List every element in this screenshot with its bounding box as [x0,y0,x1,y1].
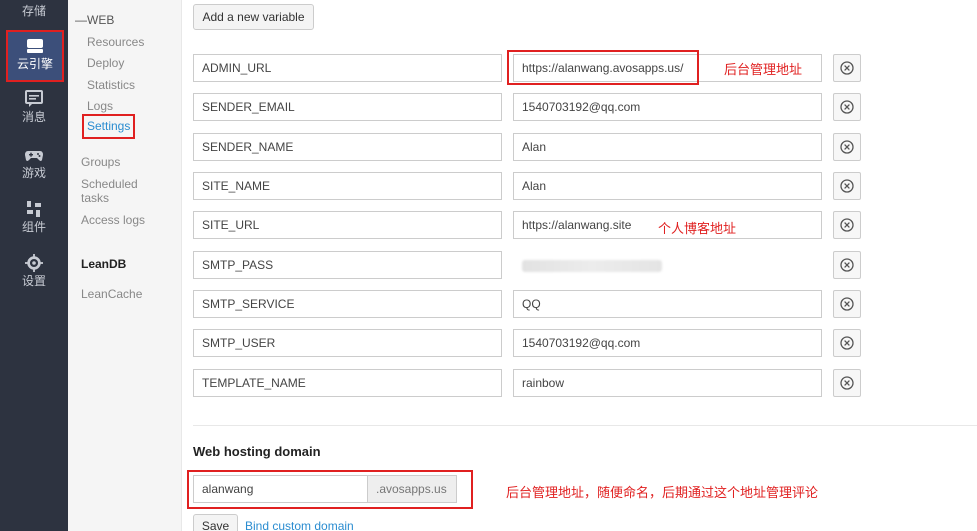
variable-value-input[interactable]: Alan [513,133,822,161]
cloud-engine-icon [27,39,43,53]
rail-item-label: 组件 [21,220,46,234]
message-icon [25,90,43,107]
icon-rail: 存储 云引擎 消息 游戏 组件 设置 [0,0,68,531]
subnav-item-settings[interactable]: Settings [82,114,136,139]
subnav-item-statistics[interactable]: Statistics [87,78,135,92]
variable-value-input[interactable]: 1540703192@qq.com [513,93,822,121]
rail-item-message[interactable]: 消息 [0,90,68,124]
app-root: 存储 云引擎 消息 游戏 组件 设置 —WEB Resources Deploy… [0,0,977,531]
variable-name-input[interactable]: ADMIN_URL [193,54,502,82]
components-icon [27,201,41,217]
close-circle-icon [840,258,854,272]
subnav-item-deploy[interactable]: Deploy [87,56,124,70]
rail-item-label: 消息 [21,110,46,124]
web-section-header[interactable]: —WEB [75,13,114,27]
variable-name-input[interactable]: SMTP_SERVICE [193,290,502,318]
variable-value-input[interactable]: QQ [513,290,822,318]
secondary-sidebar: —WEB Resources Deploy Statistics Logs Se… [68,0,181,531]
close-circle-icon [840,218,854,232]
subnav-item-logs[interactable]: Logs [87,99,113,113]
delete-variable-button[interactable] [833,172,861,200]
sidebar-divider [181,0,182,531]
add-variable-button[interactable]: Add a new variable [193,4,314,30]
rail-item-settings[interactable]: 设置 [0,254,68,288]
subnav-item-leandb[interactable]: LeanDB [81,257,126,271]
rail-item-game[interactable]: 游戏 [0,146,68,180]
close-circle-icon [840,61,854,75]
variable-name-input[interactable]: SENDER_NAME [193,133,502,161]
subnav-item-leancache[interactable]: LeanCache [81,287,142,301]
subnav-item-resources[interactable]: Resources [87,35,144,49]
delete-variable-button[interactable] [833,251,861,279]
variable-value-input[interactable]: rainbow [513,369,822,397]
rail-item-components[interactable]: 组件 [0,200,68,234]
close-circle-icon [840,100,854,114]
redacted-value [522,260,662,272]
delete-variable-button[interactable] [833,211,861,239]
rail-item-label: 游戏 [21,166,46,180]
rail-item-label: 云引擎 [16,57,53,71]
variable-value-input[interactable]: 1540703192@qq.com [513,329,822,357]
delete-variable-button[interactable] [833,54,861,82]
web-section-label: WEB [87,13,115,27]
delete-variable-button[interactable] [833,133,861,161]
rail-item-label: 存储 [21,4,46,18]
delete-variable-button[interactable] [833,93,861,121]
close-circle-icon [840,376,854,390]
subnav-item-scheduled-tasks[interactable]: Scheduled tasks [81,177,138,205]
variable-name-input[interactable]: SMTP_USER [193,329,502,357]
variable-value-input[interactable] [513,251,822,279]
admin-url-highlight [507,50,699,85]
delete-variable-button[interactable] [833,290,861,318]
close-circle-icon [840,297,854,311]
delete-variable-button[interactable] [833,329,861,357]
variable-name-input[interactable]: SITE_NAME [193,172,502,200]
subnav-item-groups[interactable]: Groups [81,155,120,169]
domain-annotation: 后台管理地址，随便命名，后期通过这个地址管理评论 [506,485,819,500]
section-divider [193,425,977,426]
collapse-dash-icon: — [75,13,87,27]
admin-url-annotation: 后台管理地址 [724,62,803,77]
rail-item-cloud-engine[interactable]: 云引擎 [6,30,64,82]
scheduled-line-1: Scheduled [81,177,138,191]
variable-name-input[interactable]: SMTP_PASS [193,251,502,279]
close-circle-icon [840,140,854,154]
rail-item-label: 设置 [21,274,46,288]
bind-custom-domain-link[interactable]: Bind custom domain [245,519,354,531]
subnav-item-access-logs[interactable]: Access logs [81,213,145,227]
domain-highlight [187,470,473,509]
variable-name-input[interactable]: SITE_URL [193,211,502,239]
rail-item-storage[interactable]: 存储 [0,4,68,18]
variable-name-input[interactable]: TEMPLATE_NAME [193,369,502,397]
gamepad-icon [25,151,43,161]
site-url-annotation: 个人博客地址 [658,221,737,236]
delete-variable-button[interactable] [833,369,861,397]
scheduled-line-2: tasks [81,191,110,205]
variable-name-input[interactable]: SENDER_EMAIL [193,93,502,121]
variable-value-input[interactable]: Alan [513,172,822,200]
web-hosting-domain-title: Web hosting domain [193,444,321,459]
close-circle-icon [840,336,854,350]
close-circle-icon [840,179,854,193]
save-button[interactable]: Save [193,514,238,531]
gear-icon [25,254,43,272]
